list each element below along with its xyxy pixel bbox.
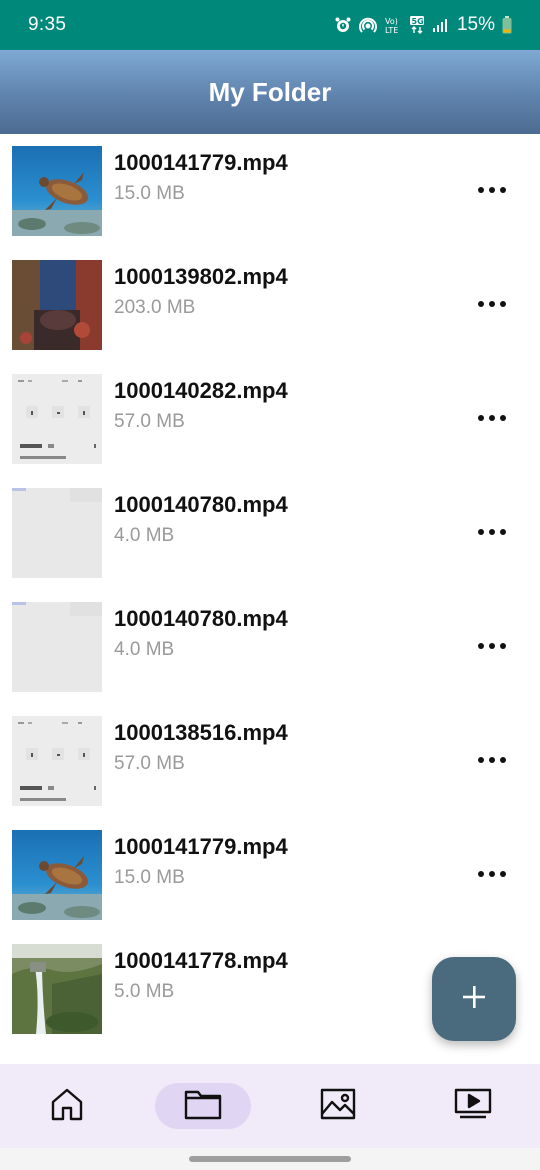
file-size: 4.0 MB bbox=[114, 525, 175, 546]
video-thumbnail[interactable] bbox=[12, 374, 102, 464]
video-thumbnail[interactable] bbox=[12, 146, 102, 236]
file-list-item[interactable]: 1000140780.mp4 4.0 MB bbox=[0, 476, 540, 590]
file-name: 1000141779.mp4 bbox=[114, 834, 288, 859]
file-size: 15.0 MB bbox=[114, 867, 185, 888]
nav-item-folder[interactable] bbox=[178, 1082, 228, 1130]
video-thumbnail[interactable] bbox=[12, 716, 102, 806]
home-icon bbox=[49, 1086, 85, 1127]
file-list-item[interactable]: 1000141779.mp4 15.0 MB bbox=[0, 134, 540, 248]
video-thumbnail[interactable] bbox=[12, 944, 102, 1034]
more-options-icon[interactable] bbox=[470, 746, 514, 774]
file-name: 1000139802.mp4 bbox=[114, 264, 288, 289]
file-list-item[interactable]: 1000138516.mp4 57.0 MB bbox=[0, 704, 540, 818]
5g-icon: 5G bbox=[409, 15, 425, 35]
folder-icon bbox=[184, 1088, 222, 1125]
file-name: 1000140780.mp4 bbox=[114, 606, 288, 631]
nav-item-videos[interactable] bbox=[448, 1082, 498, 1130]
file-size: 4.0 MB bbox=[114, 639, 175, 660]
file-list-item[interactable]: 1000140780.mp4 4.0 MB bbox=[0, 590, 540, 704]
file-name: 1000141779.mp4 bbox=[114, 150, 288, 175]
svg-text:LTE: LTE bbox=[385, 26, 398, 35]
app-bar: My Folder bbox=[0, 50, 540, 134]
page-title: My Folder bbox=[208, 76, 332, 107]
more-options-icon[interactable] bbox=[470, 860, 514, 888]
video-thumbnail[interactable] bbox=[12, 830, 102, 920]
status-time: 9:35 bbox=[28, 14, 67, 35]
file-size: 57.0 MB bbox=[114, 411, 185, 432]
file-size: 5.0 MB bbox=[114, 981, 175, 1002]
hotspot-icon bbox=[359, 16, 377, 34]
gesture-handle[interactable] bbox=[189, 1156, 351, 1162]
more-options-icon[interactable] bbox=[470, 290, 514, 318]
status-icons: Vo) LTE 5G 15% bbox=[334, 14, 512, 36]
battery-level: 15% bbox=[456, 14, 495, 35]
video-icon bbox=[454, 1088, 492, 1125]
add-button[interactable] bbox=[432, 957, 516, 1041]
video-thumbnail[interactable] bbox=[12, 488, 102, 578]
more-options-icon[interactable] bbox=[470, 176, 514, 204]
file-size: 15.0 MB bbox=[114, 183, 185, 204]
nav-item-images[interactable] bbox=[313, 1082, 363, 1130]
signal-icon bbox=[432, 17, 448, 33]
file-name: 1000138516.mp4 bbox=[114, 720, 288, 745]
more-options-icon[interactable] bbox=[470, 518, 514, 546]
file-size: 203.0 MB bbox=[114, 297, 196, 318]
more-options-icon[interactable] bbox=[470, 632, 514, 660]
svg-text:Vo): Vo) bbox=[385, 17, 398, 26]
file-list-item[interactable]: 1000139802.mp4 203.0 MB bbox=[0, 248, 540, 362]
nav-item-home[interactable] bbox=[42, 1082, 92, 1130]
file-size: 57.0 MB bbox=[114, 753, 185, 774]
file-list-item[interactable]: 1000141779.mp4 15.0 MB bbox=[0, 818, 540, 932]
file-name: 1000140282.mp4 bbox=[114, 378, 288, 403]
file-list-item[interactable]: 1000140282.mp4 57.0 MB bbox=[0, 362, 540, 476]
svg-text:5G: 5G bbox=[411, 17, 423, 26]
video-thumbnail[interactable] bbox=[12, 602, 102, 692]
file-name: 1000141778.mp4 bbox=[114, 948, 288, 973]
alarm-icon bbox=[334, 16, 352, 34]
image-icon bbox=[320, 1088, 356, 1125]
bottom-navigation bbox=[0, 1064, 540, 1148]
status-bar: 9:35 Vo) LTE 5G 15% bbox=[0, 0, 540, 50]
video-thumbnail[interactable] bbox=[12, 260, 102, 350]
file-list[interactable]: 1000141779.mp4 15.0 MB 1000139802.mp4 20… bbox=[0, 134, 540, 1064]
plus-icon bbox=[461, 984, 487, 1015]
file-name: 1000140780.mp4 bbox=[114, 492, 288, 517]
more-options-icon[interactable] bbox=[470, 404, 514, 432]
volte-icon: Vo) LTE bbox=[384, 15, 402, 35]
gesture-navigation-area bbox=[0, 1148, 540, 1170]
battery-icon bbox=[502, 16, 512, 34]
